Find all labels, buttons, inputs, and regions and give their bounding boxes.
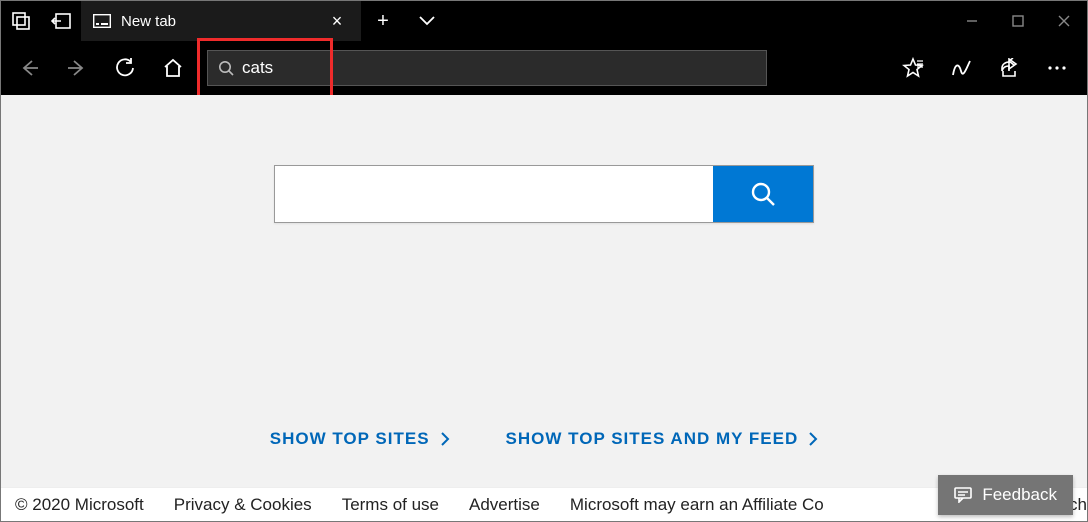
- chevron-right-icon: [808, 431, 818, 447]
- footer-copyright: © 2020 Microsoft: [15, 495, 144, 515]
- show-top-sites-label: SHOW TOP SITES: [270, 429, 430, 449]
- minimize-button[interactable]: [949, 1, 995, 41]
- settings-more-button[interactable]: [1035, 46, 1079, 90]
- footer-advertise-link[interactable]: Advertise: [469, 495, 540, 515]
- page-footer: © 2020 Microsoft Privacy & Cookies Terms…: [1, 487, 1087, 521]
- address-input[interactable]: [242, 58, 756, 78]
- tab-close-button[interactable]: ×: [323, 11, 351, 32]
- browser-tab[interactable]: New tab ×: [81, 1, 361, 41]
- notes-button[interactable]: [939, 46, 983, 90]
- page-search-box: [274, 165, 814, 223]
- refresh-button[interactable]: [103, 46, 147, 90]
- set-aside-tabs-icon[interactable]: [41, 13, 81, 29]
- feedback-label: Feedback: [982, 485, 1057, 505]
- page-search-button[interactable]: [713, 166, 813, 222]
- tab-actions-icon[interactable]: [1, 12, 41, 30]
- edge-window: New tab × +: [0, 0, 1088, 522]
- show-top-sites-link[interactable]: SHOW TOP SITES: [270, 429, 450, 449]
- search-icon: [218, 60, 234, 76]
- footer-terms-link[interactable]: Terms of use: [342, 495, 439, 515]
- show-top-sites-feed-label: SHOW TOP SITES AND MY FEED: [506, 429, 799, 449]
- favorites-button[interactable]: [891, 46, 935, 90]
- address-bar[interactable]: [207, 50, 767, 86]
- chat-icon: [954, 487, 972, 503]
- show-top-sites-feed-link[interactable]: SHOW TOP SITES AND MY FEED: [506, 429, 819, 449]
- chevron-right-icon: [440, 431, 450, 447]
- tab-favicon-icon: [93, 14, 111, 28]
- back-button[interactable]: [7, 46, 51, 90]
- share-button[interactable]: [987, 46, 1031, 90]
- page-search-input[interactable]: [275, 166, 713, 222]
- footer-affiliate-text: Microsoft may earn an Affiliate Co: [570, 495, 824, 515]
- tab-title: New tab: [121, 13, 323, 30]
- forward-button[interactable]: [55, 46, 99, 90]
- footer-privacy-link[interactable]: Privacy & Cookies: [174, 495, 312, 515]
- address-bar-container: [207, 50, 767, 86]
- home-button[interactable]: [151, 46, 195, 90]
- titlebar-left: [1, 1, 81, 41]
- toolbar: [1, 41, 1087, 95]
- tab-overflow-button[interactable]: [405, 1, 449, 41]
- maximize-button[interactable]: [995, 1, 1041, 41]
- content-toggle-links: SHOW TOP SITES SHOW TOP SITES AND MY FEE…: [270, 429, 818, 449]
- new-tab-button[interactable]: +: [361, 1, 405, 41]
- close-window-button[interactable]: [1041, 1, 1087, 41]
- new-tab-page: SHOW TOP SITES SHOW TOP SITES AND MY FEE…: [1, 95, 1087, 521]
- titlebar: New tab × +: [1, 1, 1087, 41]
- window-controls: [949, 1, 1087, 41]
- feedback-button[interactable]: Feedback: [938, 475, 1073, 515]
